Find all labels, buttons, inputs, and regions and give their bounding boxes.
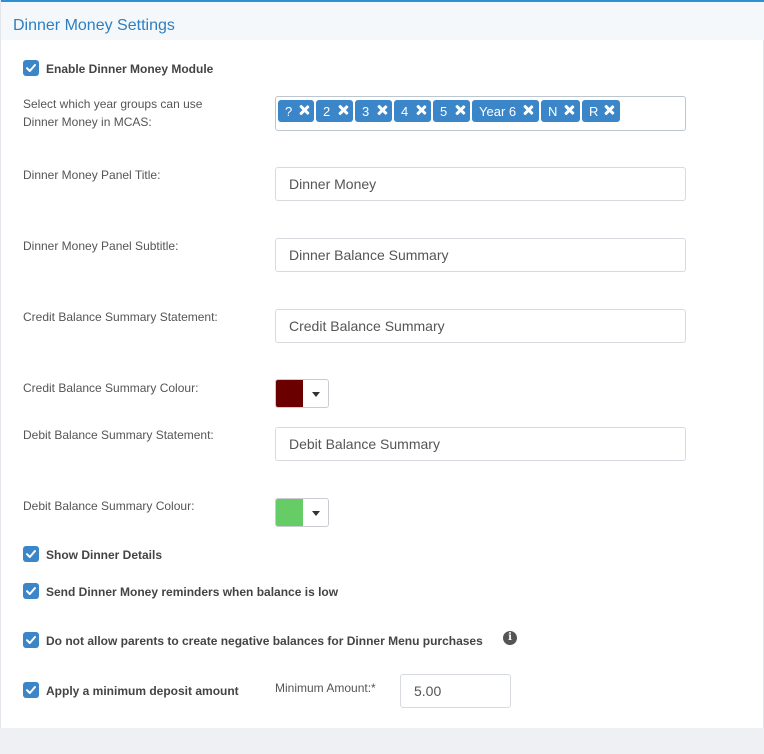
no-negative-checkbox[interactable] [23,632,39,648]
credit-colour-picker[interactable] [275,379,329,408]
panel-title-input[interactable] [275,167,686,201]
tag-year-group[interactable]: 2 [316,100,353,122]
tag-label: ? [285,103,293,119]
remove-tag-icon[interactable] [522,104,534,116]
debit-statement-input[interactable] [275,427,686,461]
enable-module-checkbox[interactable] [23,60,39,76]
credit-colour-label: Credit Balance Summary Colour: [23,381,199,395]
tag-year-group[interactable]: 4 [394,100,431,122]
panel-subtitle-input[interactable] [275,238,686,272]
remove-tag-icon[interactable] [563,104,575,116]
panel-title-field-label: Dinner Money Panel Title: [23,168,161,182]
panel-header: Dinner Money Settings [1,0,764,40]
tag-label: 2 [323,103,331,119]
min-deposit-label: Apply a minimum deposit amount [46,684,239,698]
settings-panel: Dinner Money Settings Enable Dinner Mone… [0,0,764,728]
check-icon [26,587,36,595]
tag-label: Year 6 [479,103,517,119]
enable-module-label: Enable Dinner Money Module [46,62,214,76]
chevron-down-icon [312,392,320,397]
tag-label: N [548,103,558,119]
show-details-label: Show Dinner Details [46,548,163,562]
debit-colour-swatch [276,499,303,526]
chevron-down-icon [312,511,320,516]
tag-year-group[interactable]: 5 [433,100,470,122]
panel-title: Dinner Money Settings [13,17,175,34]
tag-year-group[interactable]: ? [278,100,314,122]
info-icon[interactable]: i [503,631,517,645]
send-reminders-checkbox[interactable] [23,583,39,599]
tag-year-group[interactable]: N [541,100,580,122]
no-negative-label: Do not allow parents to create negative … [46,634,483,648]
tag-year-group[interactable]: 3 [355,100,392,122]
tag-year-group[interactable]: Year 6 [472,100,539,122]
year-groups-multiselect[interactable]: ? 2 3 4 5 Year 6 N R [275,96,686,131]
debit-colour-picker[interactable] [275,498,329,527]
tag-label: 4 [401,103,409,119]
tag-label: 5 [440,103,448,119]
send-reminders-label: Send Dinner Money reminders when balance… [46,585,339,599]
min-deposit-checkbox[interactable] [23,682,39,698]
minimum-amount-input[interactable] [400,674,511,708]
check-icon [26,550,36,558]
remove-tag-icon[interactable] [603,104,615,116]
check-icon [26,636,36,644]
remove-tag-icon[interactable] [337,104,349,116]
credit-colour-swatch [276,380,303,407]
tag-label: 3 [362,103,370,119]
debit-statement-label: Debit Balance Summary Statement: [23,428,214,442]
remove-tag-icon[interactable] [454,104,466,116]
check-icon [26,686,36,694]
show-details-checkbox[interactable] [23,546,39,562]
remove-tag-icon[interactable] [415,104,427,116]
debit-colour-label: Debit Balance Summary Colour: [23,499,195,513]
credit-statement-input[interactable] [275,309,686,343]
credit-statement-label: Credit Balance Summary Statement: [23,310,218,324]
panel-subtitle-field-label: Dinner Money Panel Subtitle: [23,239,179,253]
remove-tag-icon[interactable] [298,104,310,116]
remove-tag-icon[interactable] [376,104,388,116]
tag-label: R [589,103,599,119]
year-groups-label-line2: Dinner Money in MCAS: [23,115,152,129]
minimum-amount-label: Minimum Amount:* [275,681,376,695]
check-icon [26,64,36,72]
tag-year-group[interactable]: R [582,100,620,122]
year-groups-label-line1: Select which year groups can use [23,97,203,111]
